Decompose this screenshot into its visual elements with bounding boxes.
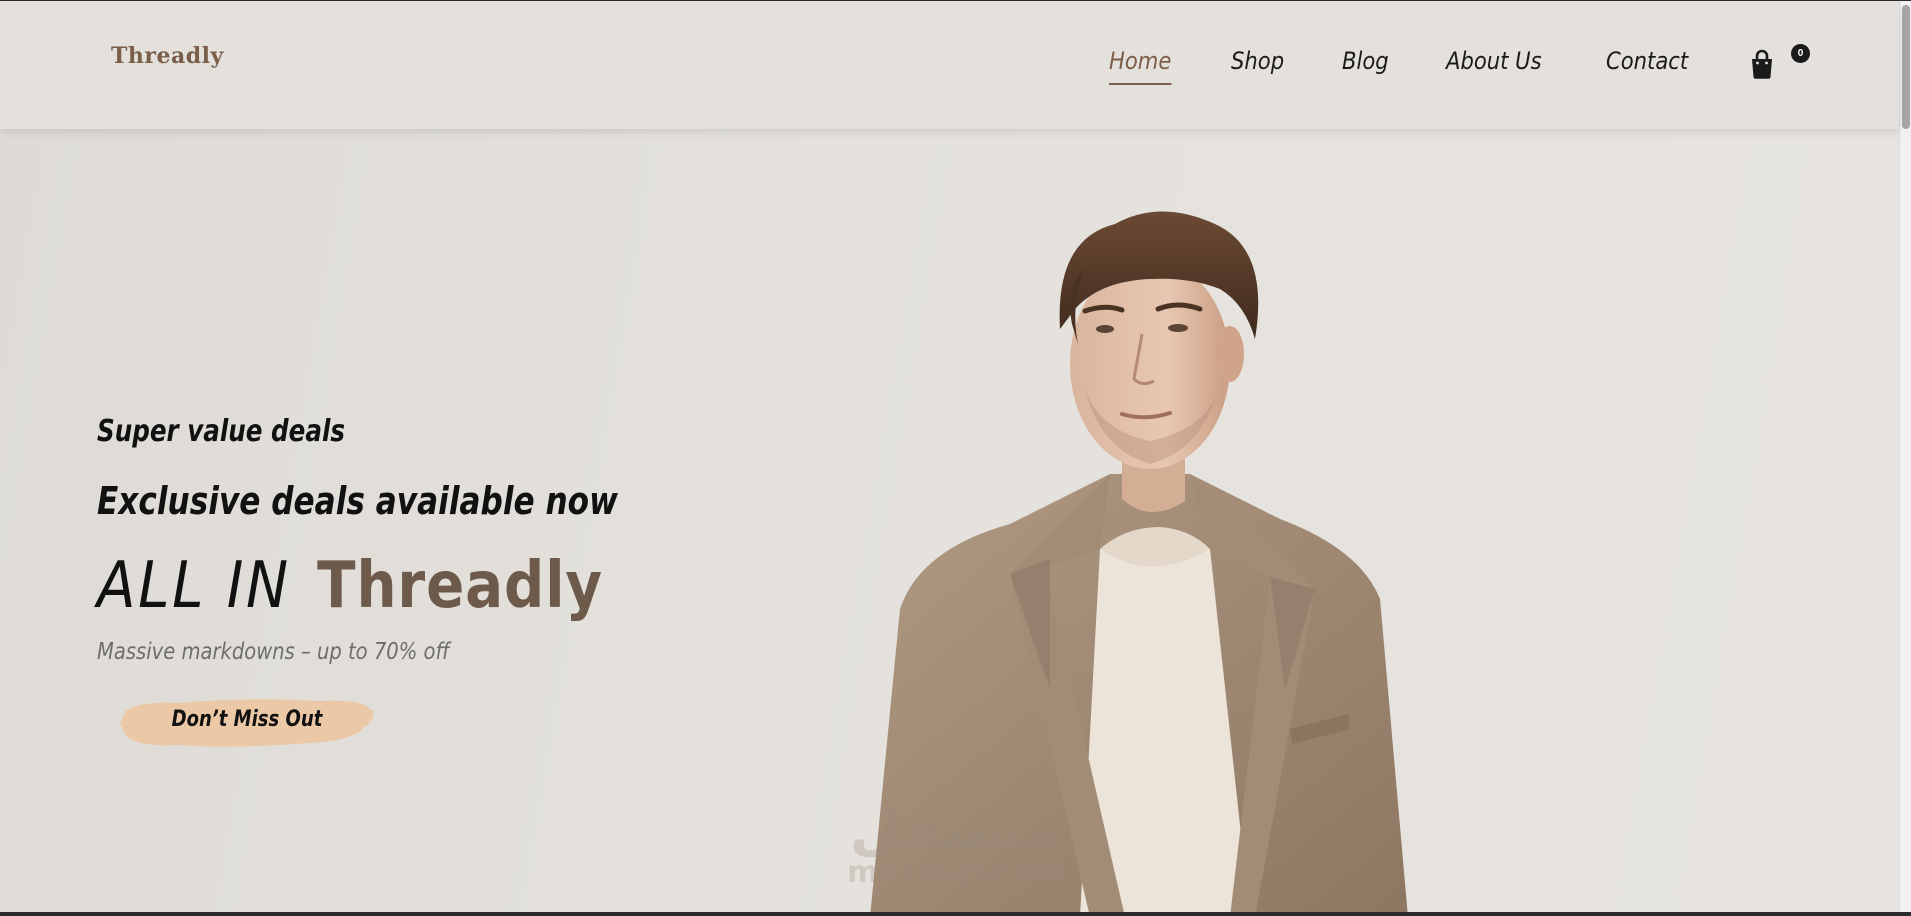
hero-eyebrow: Super value deals (97, 414, 346, 449)
scrollbar-thumb[interactable] (1902, 5, 1910, 129)
page: Threadly Home Shop Blog About Us Contact… (0, 0, 1911, 916)
site-header: Threadly Home Shop Blog About Us Contact… (0, 1, 1899, 129)
hero-section: Super value deals Exclusive deals availa… (0, 129, 1899, 916)
nav-about-us[interactable]: About Us (1446, 47, 1542, 75)
dont-miss-out-button[interactable]: Don’t Miss Out (118, 693, 376, 751)
hero-headline: ALL IN Threadly (97, 549, 603, 623)
cart-count-badge: 0 (1791, 44, 1810, 63)
nav-blog[interactable]: Blog (1342, 47, 1389, 75)
hero-model-image (870, 211, 1408, 916)
window-bottom-edge (0, 912, 1911, 916)
nav-contact[interactable]: Contact (1606, 47, 1688, 75)
hero-tagline: Massive markdowns – up to 70% off (97, 639, 450, 665)
headline-part-1: ALL IN (97, 549, 291, 623)
shopping-bag-icon[interactable] (1748, 48, 1776, 80)
logo[interactable]: Threadly (111, 43, 224, 69)
nav-shop[interactable]: Shop (1231, 47, 1284, 75)
headline-part-2: Threadly (317, 549, 604, 623)
nav-home[interactable]: Home (1108, 47, 1171, 85)
hero-subhead: Exclusive deals available now (97, 479, 618, 523)
main-nav: Home Shop Blog About Us Contact (1058, 47, 1699, 85)
page-scrollbar[interactable] (1899, 1, 1911, 916)
cta-label: Don’t Miss Out (171, 707, 323, 732)
